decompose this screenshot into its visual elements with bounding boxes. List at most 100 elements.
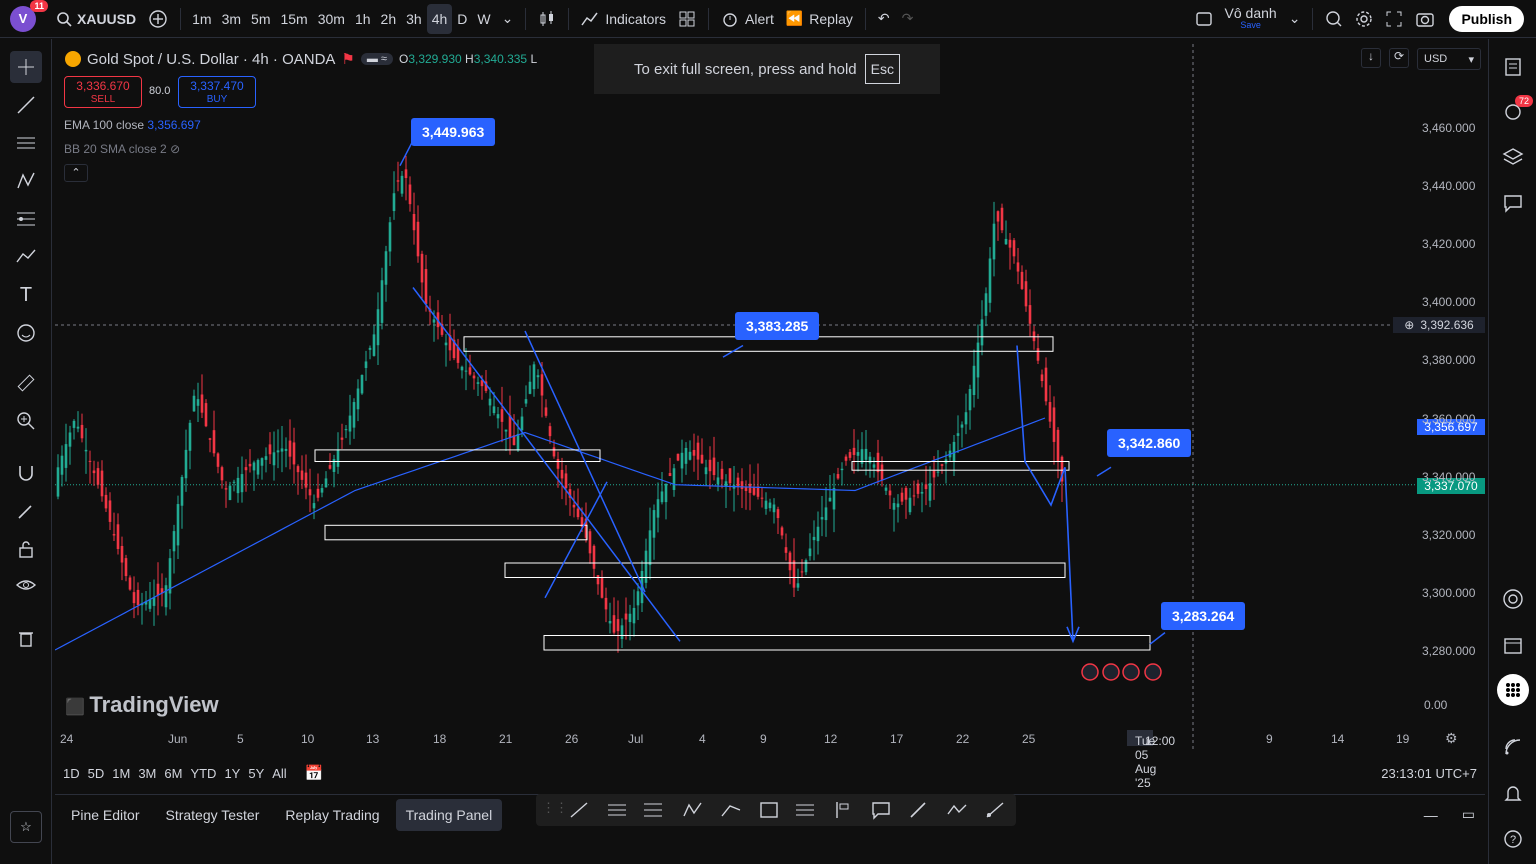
callout-icon[interactable] (870, 800, 892, 820)
rectangle-icon[interactable] (758, 800, 780, 820)
help-icon[interactable]: ? (1497, 823, 1529, 855)
user-avatar[interactable]: V 11 (10, 0, 48, 32)
crosshair-icon[interactable] (10, 51, 42, 83)
timeframe-1m[interactable]: 1m (187, 4, 216, 34)
alerts-clock-icon[interactable]: 72 (1497, 95, 1533, 127)
flag-icon[interactable]: ⚑ (341, 50, 354, 68)
range-1D[interactable]: 1D (63, 766, 80, 781)
collapse-legend-chevron-icon[interactable]: ⌃ (64, 164, 88, 182)
replay-button[interactable]: ⏪ Replay (780, 0, 859, 38)
indicators-button[interactable]: Indicators (575, 0, 672, 38)
buy-button[interactable]: 3,337.470 BUY (178, 76, 256, 108)
path-icon[interactable] (720, 800, 742, 820)
pencil-lock-icon[interactable] (10, 495, 42, 527)
chevron-down-icon[interactable]: ⌄ (496, 0, 520, 38)
watchlist-icon[interactable] (1497, 51, 1529, 83)
range-3M[interactable]: 3M (138, 766, 156, 781)
polyline-icon[interactable] (946, 800, 968, 820)
bb-indicator-legend[interactable]: BB 20 SMA close 2 ⊘ (64, 142, 180, 156)
panel-tab[interactable]: Trading Panel (395, 798, 503, 831)
compare-add-icon[interactable] (142, 0, 174, 38)
panel-tab[interactable]: Replay Trading (275, 799, 389, 831)
layout-name-button[interactable]: Vô danh Save (1219, 0, 1283, 38)
range-5D[interactable]: 5D (88, 766, 105, 781)
bell-icon[interactable] (1497, 777, 1529, 809)
chart-type-candles-icon[interactable] (532, 0, 562, 38)
time-axis[interactable]: Tue 05 Aug '25 12:00 ⚙ 24 Jun 5 10 13 18 21 26 J… (55, 728, 1485, 790)
alert-button[interactable]: Alert (715, 0, 780, 38)
text-lines-icon[interactable] (794, 800, 816, 820)
drag-handle-icon[interactable]: ⋮⋮ (542, 800, 568, 820)
layers-icon[interactable] (1497, 141, 1529, 173)
utc-clock[interactable]: 23:13:01 UTC+7 (1381, 766, 1477, 781)
apps-grid-icon[interactable] (1497, 674, 1529, 706)
redo-icon[interactable]: ↷ (896, 0, 920, 38)
price-callout[interactable]: 3,283.264 (1161, 602, 1246, 630)
layouts-grid-icon[interactable] (672, 0, 702, 38)
star-watchlist-icon[interactable]: ☆ (10, 811, 42, 843)
trend-line-icon[interactable] (10, 89, 42, 121)
price-callout[interactable]: 3,449.963 (411, 118, 496, 146)
hidden-eye-icon[interactable]: ⊘ (170, 142, 180, 156)
range-1Y[interactable]: 1Y (224, 766, 240, 781)
range-YTD[interactable]: YTD (190, 766, 216, 781)
panel-tab[interactable]: Pine Editor (61, 799, 149, 831)
currency-select[interactable]: USD ▾ (1417, 48, 1481, 70)
settings-gear-icon[interactable] (1349, 0, 1379, 38)
timeframe-W[interactable]: W (472, 4, 495, 34)
timeframe-30m[interactable]: 30m (313, 4, 350, 34)
chart-pane[interactable]: Gold Spot / U.S. Dollar · 4h · OANDA ⚑ ▬… (55, 44, 1485, 750)
price-callout[interactable]: 3,342.860 (1107, 429, 1192, 457)
text-tool-icon[interactable]: T (10, 279, 42, 311)
range-All[interactable]: All (272, 766, 286, 781)
trash-icon[interactable] (10, 622, 42, 654)
broadcast-icon[interactable] (1497, 731, 1529, 763)
parallel-channel-icon[interactable] (606, 800, 628, 820)
trend-line-icon[interactable] (568, 800, 590, 820)
magnet-icon[interactable] (10, 457, 42, 489)
ema-indicator-legend[interactable]: EMA 100 close 3,356.697 (64, 118, 201, 132)
range-6M[interactable]: 6M (164, 766, 182, 781)
lock-icon[interactable] (10, 533, 42, 565)
timeframe-D[interactable]: D (452, 4, 472, 34)
settings-gear-icon[interactable]: ⚙ (1445, 730, 1458, 747)
target-icon[interactable] (1497, 583, 1529, 615)
timeframe-2h[interactable]: 2h (376, 4, 402, 34)
price-callout[interactable]: 3,383.285 (735, 312, 820, 340)
range-5Y[interactable]: 5Y (248, 766, 264, 781)
undo-icon[interactable]: ↶ (872, 0, 896, 38)
fib-icon[interactable] (10, 203, 42, 235)
sell-button[interactable]: 3,336.670 SELL (64, 76, 142, 108)
fib-retracement-icon[interactable] (642, 800, 664, 820)
timeframe-4h[interactable]: 4h (426, 3, 453, 34)
symbol-search-button[interactable]: XAUUSD (50, 0, 142, 38)
add-alert-plus-icon[interactable]: ⊕ (1404, 318, 1414, 332)
refresh-icon[interactable]: ⟳ (1389, 48, 1409, 68)
calendar-goto-icon[interactable]: 📅 (305, 764, 324, 782)
chat-icon[interactable] (1497, 187, 1529, 219)
timeframe-15m[interactable]: 15m (275, 4, 312, 34)
ruler-icon[interactable] (10, 367, 42, 399)
horizontal-lines-icon[interactable] (10, 127, 42, 159)
emoji-icon[interactable] (10, 317, 42, 349)
camera-icon[interactable] (1409, 0, 1441, 38)
timeframe-5m[interactable]: 5m (246, 4, 275, 34)
xabcd-pattern-icon[interactable] (682, 800, 704, 820)
brush-icon[interactable] (908, 800, 930, 820)
timeframe-3h[interactable]: 3h (401, 4, 427, 34)
pattern-icon[interactable] (10, 165, 42, 197)
brush-icon[interactable] (10, 241, 42, 273)
publish-button[interactable]: Publish (1449, 5, 1524, 32)
timeframe-3m[interactable]: 3m (217, 4, 246, 34)
long-position-icon[interactable] (832, 800, 854, 820)
ray-icon[interactable] (984, 800, 1006, 820)
chevron-down-icon[interactable]: ⌄ (1283, 0, 1307, 38)
scroll-down-arrow-icon[interactable]: ↓ (1361, 48, 1381, 68)
timeframe-1h[interactable]: 1h (350, 4, 376, 34)
maximize-panel-icon[interactable]: ▭ (1462, 806, 1475, 823)
fullscreen-square-icon[interactable] (1189, 0, 1219, 38)
zoom-in-icon[interactable] (10, 405, 42, 437)
calendar-icon[interactable] (1497, 629, 1529, 661)
fullscreen-icon[interactable] (1379, 0, 1409, 38)
range-1M[interactable]: 1M (112, 766, 130, 781)
